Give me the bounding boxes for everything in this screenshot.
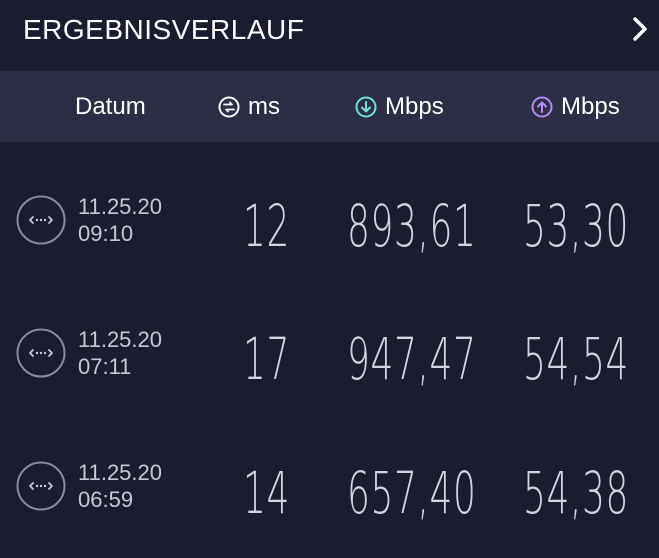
connection-type-icon[interactable] — [16, 195, 66, 245]
result-row[interactable]: 11.25.20 09:10 12 893,61 53,30 — [0, 156, 659, 290]
result-download: 657,40 — [347, 459, 477, 527]
result-time: 09:10 — [78, 221, 134, 246]
result-time: 07:11 — [78, 354, 132, 379]
column-header: Datum ms Mbps Mbps — [0, 71, 659, 142]
result-time: 06:59 — [78, 487, 134, 512]
result-upload: 54,54 — [523, 325, 630, 393]
result-ping: 17 — [243, 325, 291, 393]
result-date: 11.25.20 — [78, 327, 163, 352]
result-date: 11.25.20 — [78, 194, 163, 219]
chevron-right-icon[interactable] — [631, 14, 649, 44]
top-bar: ERGEBNISVERLAUF — [0, 0, 659, 71]
column-upload-unit: Mbps — [561, 92, 620, 120]
result-datetime: 11.25.20 06:59 — [78, 459, 162, 513]
connection-type-icon[interactable] — [16, 461, 66, 511]
result-row[interactable]: 11.25.20 06:59 14 657,40 54,38 — [0, 424, 659, 558]
column-upload[interactable]: Mbps — [531, 71, 620, 142]
result-datetime: 11.25.20 07:11 — [78, 326, 162, 380]
upload-arrow-icon — [531, 96, 553, 117]
result-upload: 54,38 — [523, 459, 630, 527]
result-date: 11.25.20 — [78, 460, 163, 485]
connection-type-icon[interactable] — [16, 328, 66, 378]
result-upload: 53,30 — [523, 192, 630, 260]
column-download-unit: Mbps — [385, 92, 444, 120]
result-ping: 12 — [243, 192, 291, 260]
result-download: 947,47 — [347, 325, 477, 393]
column-ping[interactable]: ms — [218, 71, 280, 142]
result-datetime: 11.25.20 09:10 — [78, 193, 162, 247]
ping-icon — [218, 96, 240, 117]
column-download[interactable]: Mbps — [355, 71, 444, 142]
column-date-label: Datum — [75, 92, 146, 120]
result-ping: 14 — [243, 459, 291, 527]
download-arrow-icon — [355, 96, 377, 117]
result-row[interactable]: 11.25.20 07:11 17 947,47 54,54 — [0, 290, 659, 424]
column-ping-unit: ms — [248, 92, 280, 120]
page-title: ERGEBNISVERLAUF — [23, 14, 305, 45]
result-download: 893,61 — [347, 192, 477, 260]
column-date[interactable]: Datum — [75, 71, 146, 142]
